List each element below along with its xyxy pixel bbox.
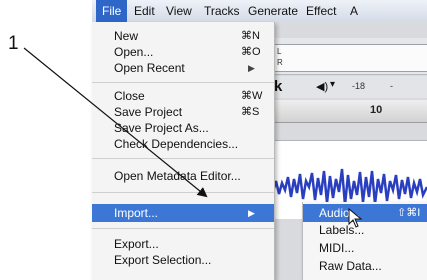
volume-dropdown-icon[interactable]: ▾ [330, 79, 335, 90]
ruler-tick: 10 [370, 104, 383, 116]
level-meter: L R [272, 44, 427, 72]
menu-item-label: Import... [114, 206, 159, 220]
menu-item-open-metadata-editor[interactable]: Open Metadata Editor... [92, 168, 274, 184]
shortcut-label: ⌘W [241, 90, 263, 102]
menu-separator [92, 82, 274, 83]
db-label: -18 [352, 81, 366, 91]
menu-item-label: Save Project [114, 105, 183, 119]
menu-item-open-recent[interactable]: Open Recent ▶ [92, 60, 274, 76]
menu-item-label: New [114, 29, 139, 43]
meter-right-label: R [277, 58, 283, 67]
shortcut-label: ⇧⌘I [397, 207, 421, 219]
submenu-item-label: MIDI... [319, 241, 355, 255]
shortcut-label: ⌘S [241, 106, 260, 118]
menu-item-label: Save Project As... [114, 121, 209, 135]
submenu-item-label: Labels... [319, 223, 365, 237]
meter-left-label: L [277, 47, 282, 56]
menu-effect[interactable]: Effect [300, 0, 342, 22]
menu-item-label: Open Metadata Editor... [114, 169, 241, 183]
volume-row: k ◀) ▾ -18 - [268, 76, 427, 98]
db-label-2: - [390, 81, 393, 91]
callout-number: 1 [8, 33, 19, 54]
shortcut-label: ⌘N [241, 30, 260, 42]
submenu-item-label: Audio... [319, 206, 360, 220]
submenu-arrow-icon: ▶ [248, 208, 255, 218]
menu-generate[interactable]: Generate [242, 0, 304, 22]
submenu-item-audio[interactable]: Audio... ⇧⌘I [303, 204, 427, 222]
submenu-item-raw-data[interactable]: Raw Data... [303, 258, 427, 274]
menu-separator [92, 228, 274, 229]
file-menu: New ⌘N Open... ⌘O Open Recent ▶ Close ⌘W… [92, 22, 275, 280]
import-submenu: Audio... ⇧⌘I Labels... MIDI... Raw Data.… [302, 202, 427, 280]
menu-item-new[interactable]: New ⌘N [92, 28, 274, 44]
menu-separator [92, 192, 274, 193]
menu-separator [92, 158, 274, 159]
menu-item-close[interactable]: Close ⌘W [92, 88, 274, 104]
menu-tracks[interactable]: Tracks [198, 0, 246, 22]
menu-item-check-dependencies[interactable]: Check Dependencies... [92, 136, 274, 152]
menu-item-open[interactable]: Open... ⌘O [92, 44, 274, 60]
menu-analyze-partial[interactable]: A [344, 0, 364, 22]
menu-item-label: Open Recent [114, 61, 185, 75]
menu-bar: File Edit View Tracks Generate Effect A [92, 0, 427, 23]
menu-item-label: Close [114, 89, 145, 103]
toolbar-glyph: k [274, 78, 283, 95]
timeline-ruler[interactable]: 10 [266, 100, 427, 123]
menu-item-export-selection[interactable]: Export Selection... [92, 252, 274, 268]
menu-edit[interactable]: Edit [128, 0, 161, 22]
menu-item-save-project[interactable]: Save Project ⌘S [92, 104, 274, 120]
menu-item-label: Export... [114, 237, 159, 251]
menu-file[interactable]: File [96, 0, 128, 22]
submenu-item-label: Raw Data... [319, 259, 382, 273]
menu-item-import[interactable]: Import... ▶ [92, 204, 274, 222]
menu-item-export[interactable]: Export... [92, 236, 274, 252]
submenu-item-labels[interactable]: Labels... [303, 222, 427, 238]
menu-view[interactable]: View [160, 0, 198, 22]
shortcut-label: ⌘O [241, 46, 261, 58]
submenu-arrow-icon: ▶ [248, 63, 255, 73]
submenu-item-midi[interactable]: MIDI... [303, 240, 427, 256]
menu-item-label: Open... [114, 45, 154, 59]
menu-item-label: Check Dependencies... [114, 137, 239, 151]
speaker-icon[interactable]: ◀) [316, 80, 328, 93]
menu-item-label: Export Selection... [114, 253, 212, 267]
menu-item-save-project-as[interactable]: Save Project As... [92, 120, 274, 136]
